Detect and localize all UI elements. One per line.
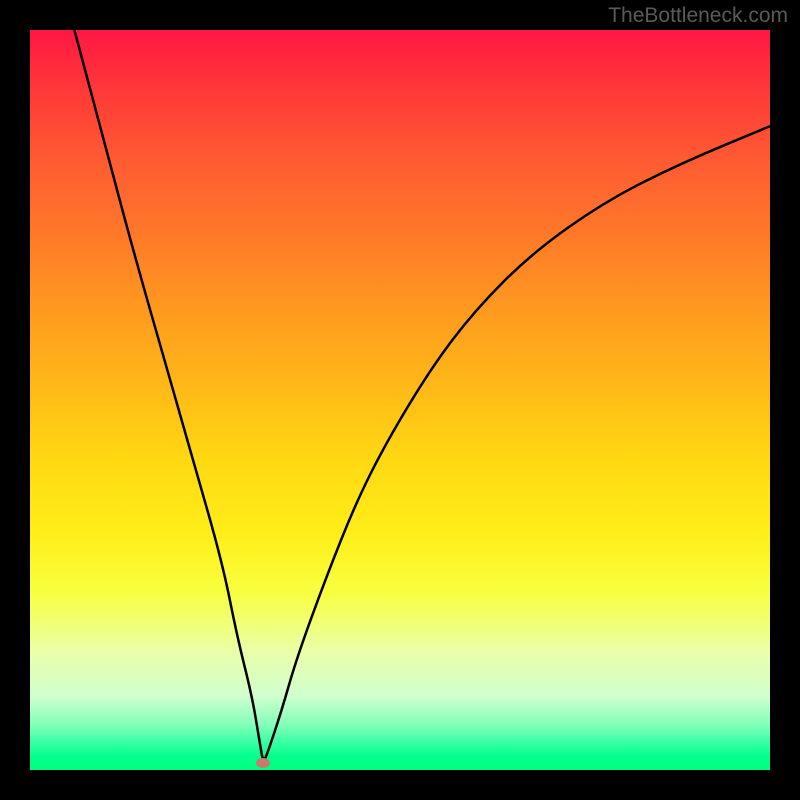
curve-svg [30,30,770,770]
minimum-marker [256,758,270,768]
watermark-text: TheBottleneck.com [608,4,788,28]
bottleneck-curve-line [74,30,770,760]
chart-plot-area [30,30,770,770]
